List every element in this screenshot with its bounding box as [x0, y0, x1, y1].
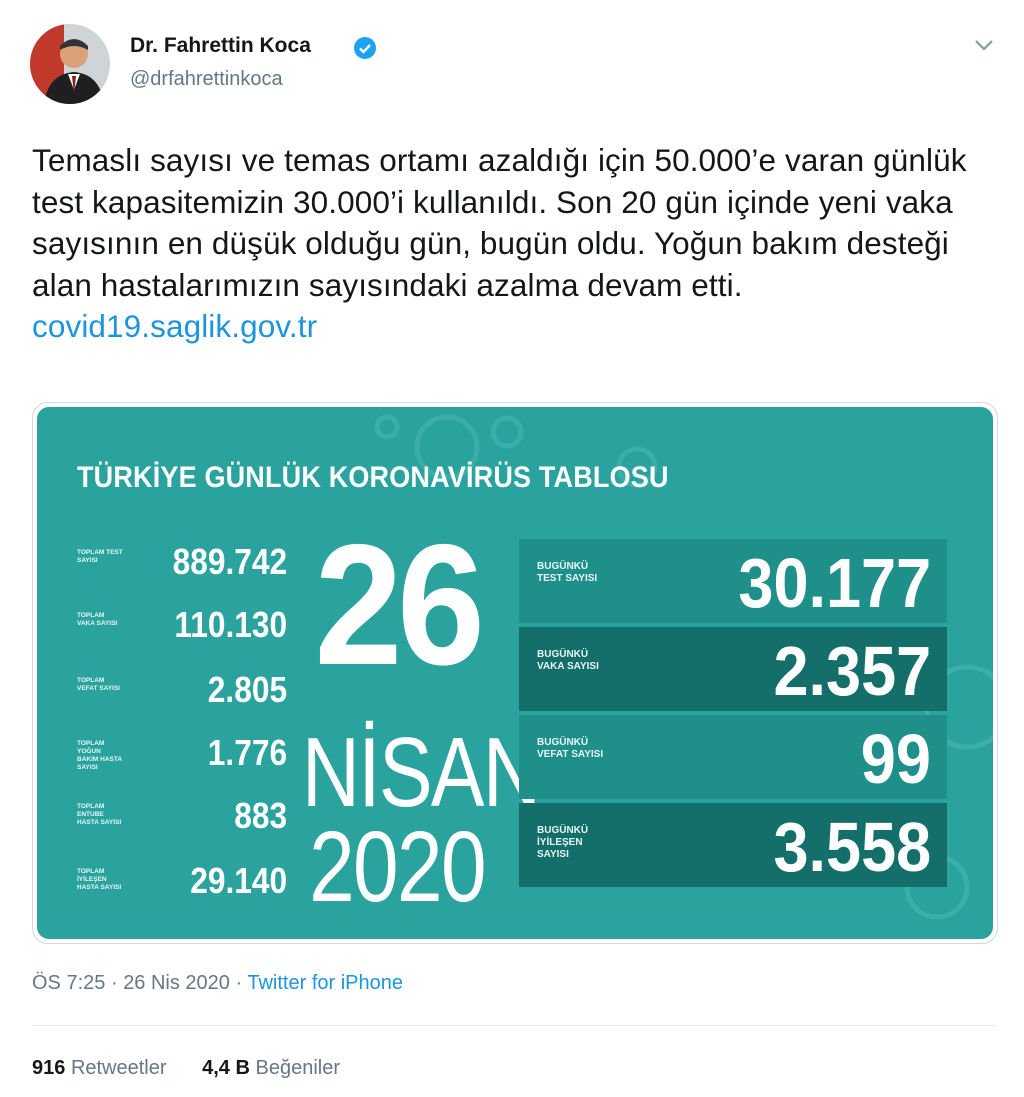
total-intubated: TOPLAM ENTUBE HASTA SAYISI 883 — [77, 795, 287, 845]
divider — [32, 1025, 996, 1026]
today-value: 99 — [860, 720, 931, 798]
today-case-row: BUGÜNKÜ VAKA SAYISI 2.357 — [519, 627, 947, 711]
tweet: Dr. Fahrettin Koca @drfahrettinkoca Tema… — [0, 0, 1024, 1097]
tweet-meta: ÖS 7:25 · 26 Nis 2020 · Twitter for iPho… — [32, 972, 403, 995]
today-death-row: BUGÜNKÜ VEFAT SAYISI 99 — [519, 715, 947, 799]
tweet-stats: 916 Retweetler 4,4 B Beğeniler — [32, 1057, 370, 1080]
retweets-stat[interactable]: 916 Retweetler — [32, 1057, 167, 1080]
total-label: TOPLAM YOĞUN BAKIM HASTA SAYISI — [77, 740, 122, 771]
today-label: BUGÜNKÜ VAKA SAYISI — [537, 649, 599, 672]
likes-count: 4,4 B — [202, 1057, 250, 1079]
total-label: TOPLAM VEFAT SAYISI — [77, 677, 120, 692]
total-icu: TOPLAM YOĞUN BAKIM HASTA SAYISI 1.776 — [77, 732, 287, 782]
likes-label: Beğeniler — [255, 1057, 340, 1079]
total-value: 29.140 — [190, 860, 287, 901]
today-label: BUGÜNKÜ TEST SAYISI — [537, 561, 598, 584]
total-label: TOPLAM TEST SAYISI — [77, 549, 123, 564]
today-value: 3.558 — [773, 808, 931, 886]
verified-badge-icon — [354, 37, 376, 59]
tweet-image[interactable]: TÜRKİYE GÜNLÜK KORONAVİRÜS TABLOSU TOPLA… — [32, 402, 998, 944]
covid-table-card: TÜRKİYE GÜNLÜK KORONAVİRÜS TABLOSU TOPLA… — [37, 407, 993, 939]
today-test-row: BUGÜNKÜ TEST SAYISI 30.177 — [519, 539, 947, 623]
total-value: 110.130 — [174, 604, 287, 645]
total-recovered: TOPLAM İYİLEŞEN HASTA SAYISI 29.140 — [77, 860, 287, 910]
avatar[interactable] — [30, 24, 110, 104]
card-title: TÜRKİYE GÜNLÜK KORONAVİRÜS TABLOSU — [77, 461, 669, 494]
date-day: 26 — [314, 509, 486, 701]
tweet-link[interactable]: covid19.saglik.gov.tr — [32, 308, 317, 344]
total-value: 889.742 — [172, 541, 287, 582]
total-case: TOPLAM VAKA SAYISI 110.130 — [77, 604, 287, 654]
total-label: TOPLAM İYİLEŞEN HASTA SAYISI — [77, 868, 122, 891]
tweet-text: Temaslı sayısı ve temas ortamı azaldığı … — [32, 140, 992, 348]
total-value: 2.805 — [207, 669, 287, 710]
tweet-source[interactable]: Twitter for iPhone — [247, 972, 403, 994]
user-handle[interactable]: @drfahrettinkoca — [130, 68, 283, 91]
today-value: 30.177 — [738, 544, 931, 622]
total-value: 1.776 — [207, 732, 287, 773]
chevron-down-icon[interactable] — [972, 36, 996, 54]
today-label: BUGÜNKÜ İYİLEŞEN SAYISI — [537, 825, 589, 860]
tweet-body: Temaslı sayısı ve temas ortamı azaldığı … — [32, 142, 967, 303]
likes-stat[interactable]: 4,4 B Beğeniler — [202, 1057, 340, 1080]
meta-separator: · — [110, 972, 118, 994]
meta-separator: · — [235, 972, 243, 994]
today-value: 2.357 — [773, 632, 931, 710]
total-value: 883 — [234, 795, 287, 836]
retweets-label: Retweetler — [70, 1057, 167, 1079]
date-month: NİSAN — [301, 717, 541, 827]
total-label: TOPLAM VAKA SAYISI — [77, 612, 118, 627]
display-name[interactable]: Dr. Fahrettin Koca — [130, 34, 311, 58]
date-year: 2020 — [309, 811, 487, 923]
total-death: TOPLAM VEFAT SAYISI 2.805 — [77, 669, 287, 719]
profile-photo-icon — [30, 24, 110, 104]
retweets-count: 916 — [32, 1057, 66, 1079]
today-label: BUGÜNKÜ VEFAT SAYISI — [537, 737, 604, 760]
total-label: TOPLAM ENTUBE HASTA SAYISI — [77, 803, 122, 826]
tweet-date[interactable]: 26 Nis 2020 — [123, 972, 230, 994]
tweet-time[interactable]: ÖS 7:25 — [32, 972, 105, 994]
today-recovered-row: BUGÜNKÜ İYİLEŞEN SAYISI 3.558 — [519, 803, 947, 887]
total-test: TOPLAM TEST SAYISI 889.742 — [77, 541, 287, 591]
